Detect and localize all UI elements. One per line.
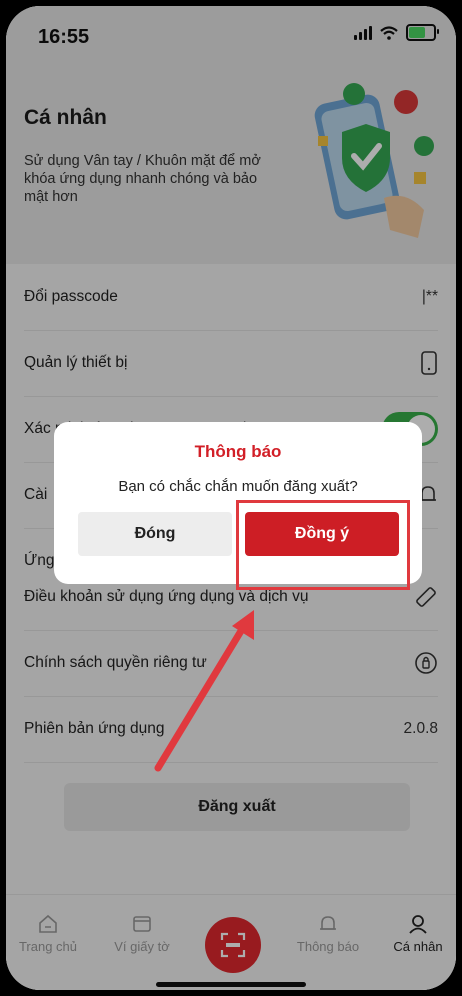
dialog-title: Thông báo	[194, 442, 282, 461]
close-button[interactable]: Đóng	[78, 512, 232, 556]
dialog-message: Bạn có chắc chắn muốn đăng xuất?	[118, 478, 358, 495]
highlight-box	[236, 500, 410, 590]
phone-screen: 16:55 Cá nhân Sử dụng Vân tay / Khuôn mặ…	[6, 6, 456, 990]
